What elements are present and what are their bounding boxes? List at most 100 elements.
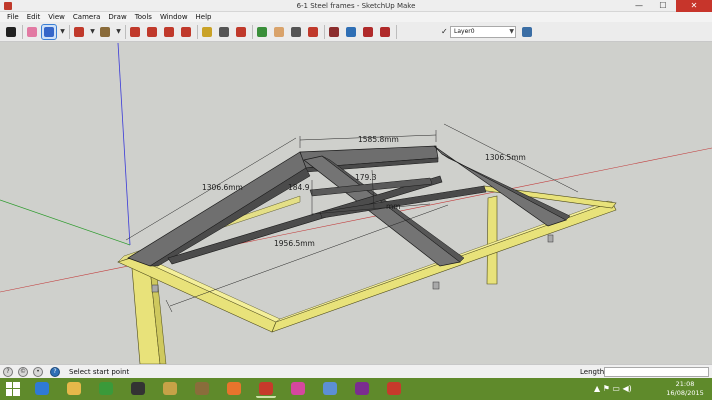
- rotate-tool-button[interactable]: [162, 25, 176, 39]
- ie-icon: [35, 382, 49, 395]
- status-bar: ? © • ? Select start point Length: [0, 364, 712, 378]
- zoom-tool-button[interactable]: [289, 25, 303, 39]
- move-icon: [147, 27, 157, 37]
- dim-inner-span-label: mm: [386, 202, 401, 211]
- scale-tool-button[interactable]: [179, 25, 193, 39]
- taskbar-camera[interactable]: [128, 380, 148, 398]
- media-icon: [99, 382, 113, 395]
- magnifier-icon: [291, 27, 301, 37]
- share-model-button[interactable]: [361, 25, 375, 39]
- chevron-down-icon: ▼: [90, 28, 95, 35]
- taskbar-sketchup[interactable]: [256, 380, 276, 398]
- dim-left-rafter-label: 1306.6mm: [202, 183, 243, 192]
- minimize-button[interactable]: —: [628, 0, 650, 12]
- taskbar-app6[interactable]: [192, 380, 212, 398]
- toolbar-separator: [22, 25, 23, 39]
- menu-bar: File Edit View Camera Draw Tools Window …: [0, 12, 712, 22]
- timber-post-right[interactable]: [486, 195, 498, 285]
- orbit-tool-button[interactable]: [255, 25, 269, 39]
- layers-icon: [522, 27, 532, 37]
- push-pull-button[interactable]: [128, 25, 142, 39]
- orbit-icon: [257, 27, 267, 37]
- user-icon[interactable]: •: [33, 367, 43, 377]
- paint-dropdown-button[interactable]: ▼: [115, 25, 122, 39]
- menu-edit[interactable]: Edit: [23, 12, 45, 22]
- toolbar-separator: [125, 25, 126, 39]
- taskbar-ie[interactable]: [32, 380, 52, 398]
- pencil-dropdown-button[interactable]: ▼: [59, 25, 66, 39]
- title-bar: 6-1 Steel frames - SketchUp Make — ☐ ✕: [0, 0, 712, 12]
- status-hint: Select start point: [69, 368, 130, 376]
- taskbar-firefox[interactable]: [224, 380, 244, 398]
- scale-icon: [181, 27, 191, 37]
- length-input[interactable]: [604, 367, 709, 377]
- taskbar-itunes[interactable]: [288, 380, 308, 398]
- firefox-icon: [227, 382, 241, 395]
- sketchup-window: 6-1 Steel frames - SketchUp Make — ☐ ✕ F…: [0, 0, 712, 400]
- menu-view[interactable]: View: [44, 12, 69, 22]
- window-title: 6-1 Steel frames - SketchUp Make: [296, 2, 416, 10]
- layer-select-value: Layer0: [454, 28, 475, 35]
- menu-file[interactable]: File: [3, 12, 23, 22]
- close-button[interactable]: ✕: [676, 0, 712, 12]
- explorer-icon: [67, 382, 81, 395]
- menu-help[interactable]: Help: [192, 12, 216, 22]
- zoom-extents-button[interactable]: [306, 25, 320, 39]
- instructor-icon[interactable]: ?: [50, 367, 60, 377]
- dim-ridge-label: 1585.8mm: [358, 135, 399, 144]
- arrow-pointer-icon: [6, 27, 16, 37]
- layer-select[interactable]: Layer0 ▼: [450, 26, 516, 38]
- credits-icon[interactable]: ©: [18, 367, 28, 377]
- eraser-tool-button[interactable]: [25, 25, 39, 39]
- arc-tool-button[interactable]: [72, 25, 86, 39]
- taskbar-clock[interactable]: 21:08 16/08/2015: [662, 380, 708, 398]
- timber-beam-right[interactable]: [271, 201, 617, 333]
- taskbar-vlc[interactable]: [320, 380, 340, 398]
- model-canvas[interactable]: 1585.8mm 1306.6mm 1306.5mm 1956.5mm 184.…: [0, 43, 712, 364]
- paint-bucket-button[interactable]: [98, 25, 112, 39]
- geolocation-icon[interactable]: ?: [3, 367, 13, 377]
- taskbar-app12[interactable]: [384, 380, 404, 398]
- components-icon: [380, 27, 390, 37]
- clock-time: 21:08: [675, 380, 695, 388]
- move-tool-button[interactable]: [145, 25, 159, 39]
- extension-icon: [346, 27, 356, 37]
- extension-button[interactable]: [344, 25, 358, 39]
- menu-tools[interactable]: Tools: [131, 12, 156, 22]
- menu-window[interactable]: Window: [156, 12, 192, 22]
- drawing-viewport[interactable]: 1585.8mm 1306.6mm 1306.5mm 1956.5mm 184.…: [0, 43, 712, 364]
- select-tool-button[interactable]: [4, 25, 18, 39]
- warehouse-icon: [329, 27, 339, 37]
- pan-tool-button[interactable]: [272, 25, 286, 39]
- tape-measure-button[interactable]: [200, 25, 214, 39]
- length-label: Length: [580, 368, 605, 376]
- clock-date: 16/08/2015: [666, 389, 704, 397]
- dim-height-a-label: 184.9: [288, 183, 310, 192]
- taskbar-onenote[interactable]: [352, 380, 372, 398]
- text-tool-button[interactable]: [217, 25, 231, 39]
- menu-camera[interactable]: Camera: [69, 12, 104, 22]
- system-tray-icons[interactable]: ▲ ⚑ ▭ ◀): [594, 384, 632, 393]
- taskbar-app5[interactable]: [160, 380, 180, 398]
- components-button[interactable]: [378, 25, 392, 39]
- dim-height-b-label: 179.3: [355, 173, 377, 182]
- toolbar-separator: [396, 25, 397, 39]
- axes-tool-button[interactable]: [234, 25, 248, 39]
- toolbar-separator: [69, 25, 70, 39]
- windows-start-icon[interactable]: [6, 382, 20, 396]
- pencil-tool-button[interactable]: [41, 24, 57, 40]
- menu-draw[interactable]: Draw: [104, 12, 130, 22]
- arc-dropdown-button[interactable]: ▼: [89, 25, 96, 39]
- taskbar-media[interactable]: [96, 380, 116, 398]
- chevron-down-icon: ▼: [509, 28, 514, 35]
- layer-manager-button[interactable]: [520, 25, 534, 39]
- maximize-button[interactable]: ☐: [652, 0, 674, 12]
- app12-icon: [387, 382, 401, 395]
- push-pull-icon: [130, 27, 140, 37]
- paint-bucket-icon: [100, 27, 110, 37]
- toolbar-separator: [324, 25, 325, 39]
- eraser-icon: [27, 27, 37, 37]
- warehouse-button[interactable]: [327, 25, 341, 39]
- taskbar-explorer[interactable]: [64, 380, 84, 398]
- tape-measure-icon: [202, 27, 212, 37]
